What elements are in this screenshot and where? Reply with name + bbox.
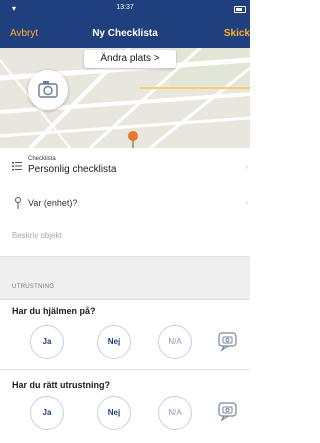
question-divider [0,369,250,370]
answer-na-button[interactable]: N/A [158,325,192,359]
location-selector[interactable]: Var (enhet)? › [0,184,250,221]
description-field[interactable]: Beskriv objekt [0,220,250,257]
location-marker-icon [14,196,22,214]
question-label: Har du rätt utrustning? [12,380,110,390]
camera-button[interactable] [28,70,68,110]
answer-no-button[interactable]: Nej [97,396,131,430]
status-time: 13:37 [116,4,134,11]
status-bar: ▾ 13:37 [0,4,250,14]
nav-bar: Avbryt Ny Checklista Skick [0,26,250,42]
answer-yes-button[interactable]: Ja [30,396,64,430]
description-placeholder: Beskriv objekt [12,231,62,240]
send-button[interactable]: Skick [224,28,250,39]
nav-header: ▾ 13:37 Avbryt Ny Checklista Skick [0,0,250,48]
location-label: Var (enhet)? [28,198,78,208]
answer-na-button[interactable]: N/A [158,396,192,430]
section-title: UTRUSTNING [12,284,55,290]
page-title: Ny Checklista [92,28,158,39]
chevron-right-icon: › [245,198,248,207]
chevron-right-icon: › [245,162,248,171]
camera-icon [38,81,58,98]
section-spacer [0,257,250,279]
answer-yes-button[interactable]: Ja [30,325,64,359]
comment-camera-icon[interactable] [218,332,240,357]
checklist-selector[interactable]: Checklista Personlig checklista › [0,148,250,185]
comment-camera-icon[interactable] [218,402,240,427]
battery-icon [234,6,246,13]
section-header: UTRUSTNING [0,279,250,300]
change-location-button[interactable]: Ändra plats > [84,50,176,68]
list-icon [12,158,22,176]
answer-no-button[interactable]: Nej [97,325,131,359]
map-view[interactable]: Ändra plats > [0,48,250,148]
checklist-caption: Checklista [28,156,56,162]
checklist-value: Personlig checklista [28,164,117,175]
question-label: Har du hjälmen på? [12,306,96,316]
